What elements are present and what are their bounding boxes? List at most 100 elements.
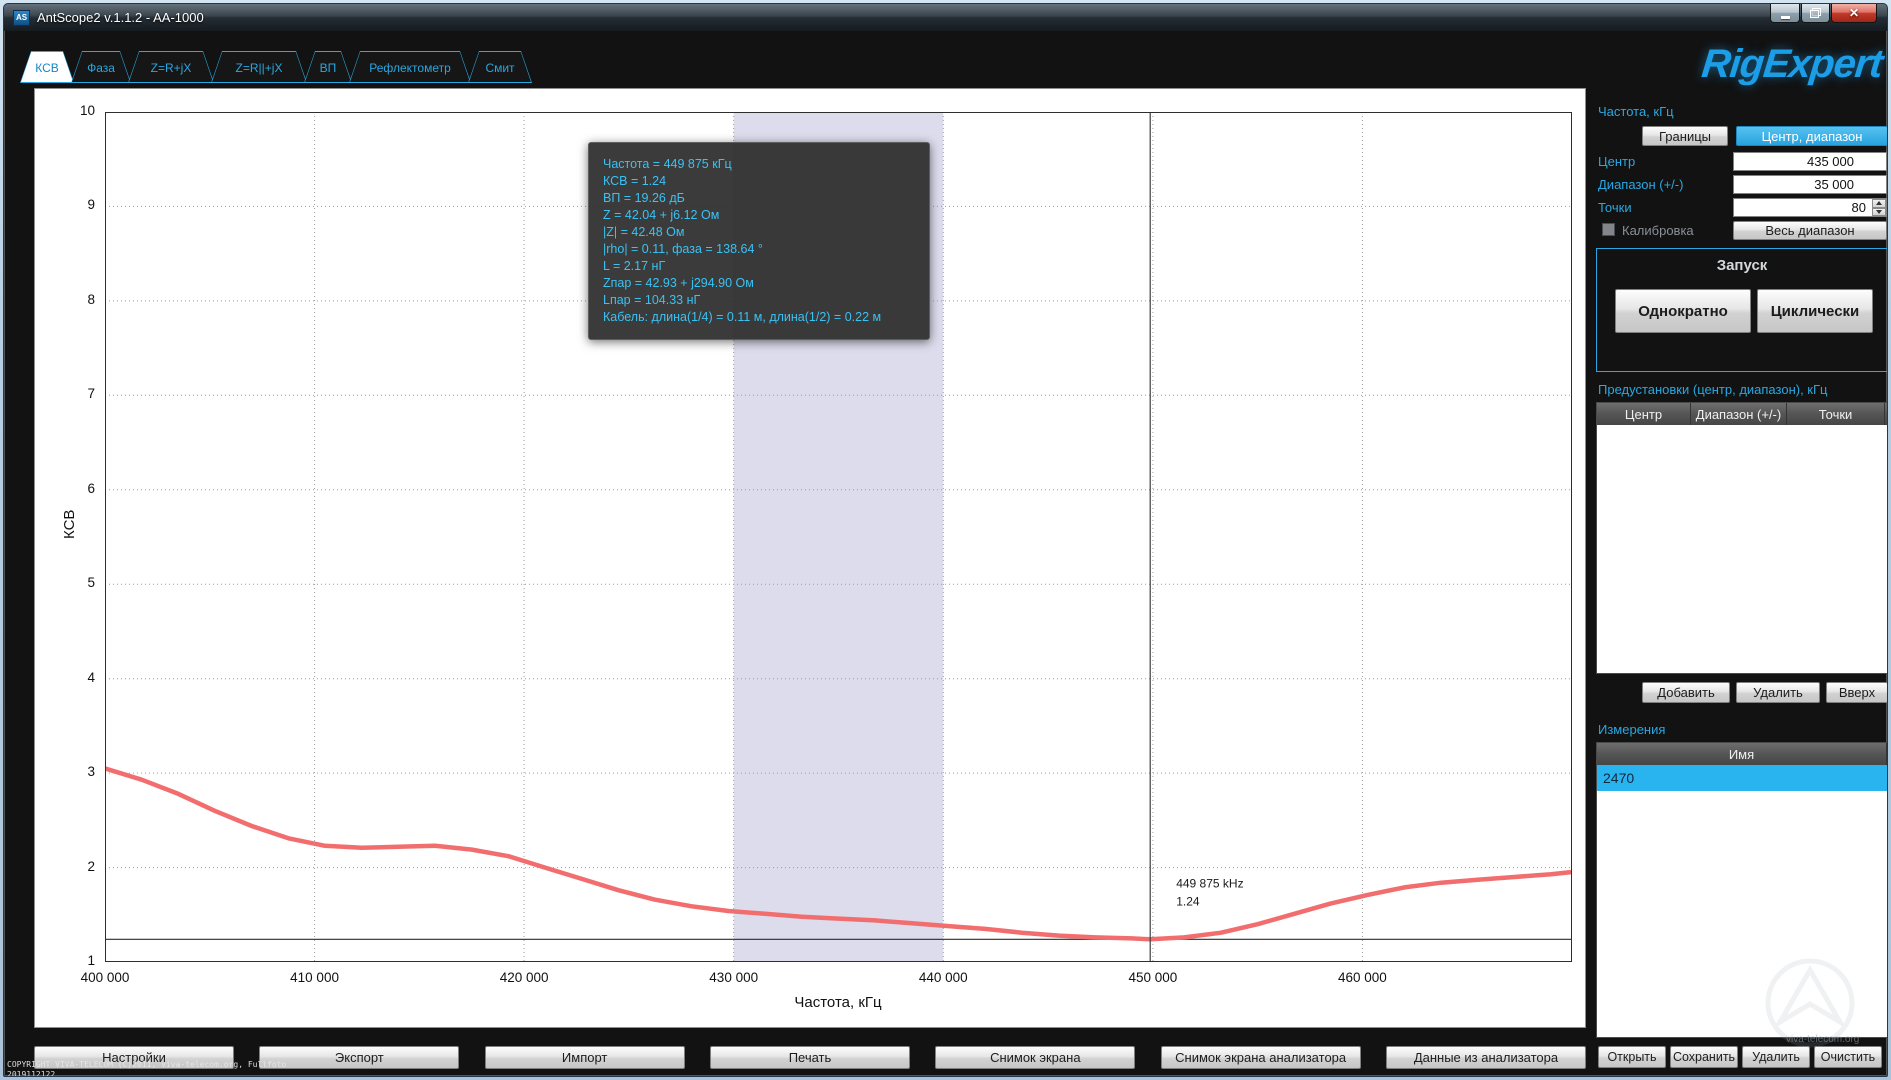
span-input[interactable] xyxy=(1733,175,1887,194)
tab-z-parallel[interactable]: Z=R||+jX xyxy=(211,51,307,83)
y-tick-label: 2 xyxy=(35,859,95,874)
restore-button[interactable] xyxy=(1801,4,1830,23)
close-icon: ✕ xyxy=(1849,6,1859,20)
app-icon: AS xyxy=(13,10,30,26)
points-spin-down-button[interactable] xyxy=(1872,208,1886,217)
y-tick-label: 4 xyxy=(35,670,95,685)
tab-faza[interactable]: Фаза xyxy=(71,51,131,83)
chevron-down-icon xyxy=(1876,210,1882,214)
center-span-mode-button[interactable]: Центр, диапазон xyxy=(1736,126,1888,146)
y-tick-label: 5 xyxy=(35,575,95,590)
tooltip-line: КСВ = 1.24 xyxy=(603,173,915,190)
tab-ksv[interactable]: КСВ xyxy=(20,51,74,83)
full-range-button[interactable]: Весь диапазон xyxy=(1733,221,1887,240)
y-tick-label: 9 xyxy=(35,197,95,212)
close-button[interactable]: ✕ xyxy=(1831,4,1877,23)
run-single-button[interactable]: Однократно xyxy=(1615,289,1751,333)
x-tick-label: 450 000 xyxy=(1108,970,1198,985)
tooltip-line: L = 2.17 нГ xyxy=(603,258,915,275)
tab-reflectometer[interactable]: Рефлектометр xyxy=(349,51,471,83)
tooltip-line: Lпар = 104.33 нГ xyxy=(603,292,915,309)
tab-label: ВП xyxy=(304,51,352,83)
tooltip-line: ВП = 19.26 дБ xyxy=(603,190,915,207)
y-tick-label: 1 xyxy=(35,953,95,968)
restore-icon xyxy=(1810,8,1821,18)
presets-label: Предустановки (центр, диапазон), кГц xyxy=(1598,382,1827,397)
measurement-save-button[interactable]: Сохранить xyxy=(1670,1046,1738,1068)
watermark-copyright: COPYRIGHT VIVA-TELECOM (C)2011, viva-tel… xyxy=(7,1060,286,1077)
measurement-open-button[interactable]: Открыть xyxy=(1598,1046,1666,1068)
import-button[interactable]: Импорт xyxy=(485,1046,685,1069)
minimize-icon xyxy=(1781,16,1790,19)
watermark-line: COPYRIGHT VIVA-TELECOM (C)2011, viva-tel… xyxy=(7,1060,286,1070)
center-input[interactable] xyxy=(1733,152,1887,171)
export-button[interactable]: Экспорт xyxy=(259,1046,459,1069)
tab-label: Рефлектометр xyxy=(349,51,471,83)
presets-col-span[interactable]: Диапазон (+/-) xyxy=(1691,403,1787,425)
y-tick-label: 8 xyxy=(35,292,95,307)
x-tick-label: 460 000 xyxy=(1317,970,1407,985)
measurements-col-name[interactable]: Имя xyxy=(1597,743,1887,765)
window-title: AntScope2 v.1.1.2 - AA-1000 xyxy=(37,10,204,25)
analyzer-data-button[interactable]: Данные из анализатора xyxy=(1386,1046,1586,1069)
y-tick-label: 3 xyxy=(35,764,95,779)
bounds-mode-button[interactable]: Границы xyxy=(1642,126,1728,146)
points-field-label: Точки xyxy=(1598,200,1632,215)
minimize-button[interactable] xyxy=(1770,4,1800,23)
tab-label: Z=R||+jX xyxy=(211,51,307,83)
x-tick-label: 400 000 xyxy=(60,970,150,985)
analyzer-screenshot-button[interactable]: Снимок экрана анализатора xyxy=(1161,1046,1361,1069)
chart-panel: КСВ Частота, кГц 449 875 kHz1.24 1234567… xyxy=(34,88,1586,1028)
screenshot-button[interactable]: Снимок экрана xyxy=(935,1046,1135,1069)
points-spin-up-button[interactable] xyxy=(1872,199,1886,208)
tab-smith[interactable]: Смит xyxy=(468,51,532,83)
desktop: AS AntScope2 v.1.1.2 - AA-1000 ✕ КСВ Фаз… xyxy=(0,0,1891,1080)
sidebar: RigExpert Частота, кГц Границы Центр, ди… xyxy=(1596,42,1888,1077)
app-window: AS AntScope2 v.1.1.2 - AA-1000 ✕ КСВ Фаз… xyxy=(3,3,1888,1077)
measurements-label: Измерения xyxy=(1598,722,1665,737)
frequency-section-label: Частота, кГц xyxy=(1598,104,1674,119)
tooltip-line: Z = 42.04 + j6.12 Ом xyxy=(603,207,915,224)
run-cyclic-button[interactable]: Циклически xyxy=(1757,289,1873,333)
tooltip-line: Zпар = 42.93 + j294.90 Ом xyxy=(603,275,915,292)
presets-col-points[interactable]: Точки xyxy=(1787,403,1885,425)
run-section-title: Запуск xyxy=(1597,257,1887,274)
window-controls: ✕ xyxy=(1769,4,1877,23)
preset-add-button[interactable]: Добавить xyxy=(1642,682,1730,703)
measurement-row-selected[interactable]: 2470 xyxy=(1597,765,1887,791)
svg-text:1.24: 1.24 xyxy=(1176,894,1200,908)
chevron-up-icon xyxy=(1876,201,1882,205)
tooltip-line: Частота = 449 875 кГц xyxy=(603,156,915,173)
print-button[interactable]: Печать xyxy=(710,1046,910,1069)
x-tick-label: 440 000 xyxy=(898,970,988,985)
presets-col-center[interactable]: Центр xyxy=(1597,403,1691,425)
y-tick-label: 7 xyxy=(35,386,95,401)
tooltip-line: |rho| = 0.11, фаза = 138.64 ° xyxy=(603,241,915,258)
presets-table-header: Центр Диапазон (+/-) Точки xyxy=(1597,403,1887,425)
presets-table[interactable]: Центр Диапазон (+/-) Точки xyxy=(1596,402,1888,674)
tab-bar: КСВ Фаза Z=R+jX Z=R||+jX ВП Рефлектометр… xyxy=(20,50,529,83)
measurements-table-header: Имя xyxy=(1597,743,1887,765)
y-tick-label: 6 xyxy=(35,481,95,496)
watermark-line: 2019112122 xyxy=(7,1070,286,1077)
watermark-site: viva-telecom.org xyxy=(1786,1034,1859,1045)
tab-vp[interactable]: ВП xyxy=(304,51,352,83)
svg-text:449 875 kHz: 449 875 kHz xyxy=(1176,876,1243,890)
preset-delete-button[interactable]: Удалить xyxy=(1736,682,1820,703)
tooltip-line: |Z| = 42.48 Ом xyxy=(603,224,915,241)
calibration-checkbox[interactable] xyxy=(1602,223,1615,236)
tab-label: Z=R+jX xyxy=(128,51,214,83)
points-spinner xyxy=(1872,199,1886,216)
x-tick-label: 420 000 xyxy=(479,970,569,985)
y-axis-title: КСВ xyxy=(61,510,78,539)
calibration-label: Калибровка xyxy=(1622,223,1694,238)
x-tick-label: 430 000 xyxy=(689,970,779,985)
center-field-label: Центр xyxy=(1598,154,1635,169)
preset-up-button[interactable]: Вверх xyxy=(1826,682,1888,703)
tab-z-series[interactable]: Z=R+jX xyxy=(128,51,214,83)
x-tick-label: 410 000 xyxy=(270,970,360,985)
tab-label: Фаза xyxy=(71,51,131,83)
rigexpert-logo: RigExpert xyxy=(1700,42,1885,87)
points-input[interactable] xyxy=(1733,198,1887,217)
tab-label: КСВ xyxy=(20,51,74,83)
